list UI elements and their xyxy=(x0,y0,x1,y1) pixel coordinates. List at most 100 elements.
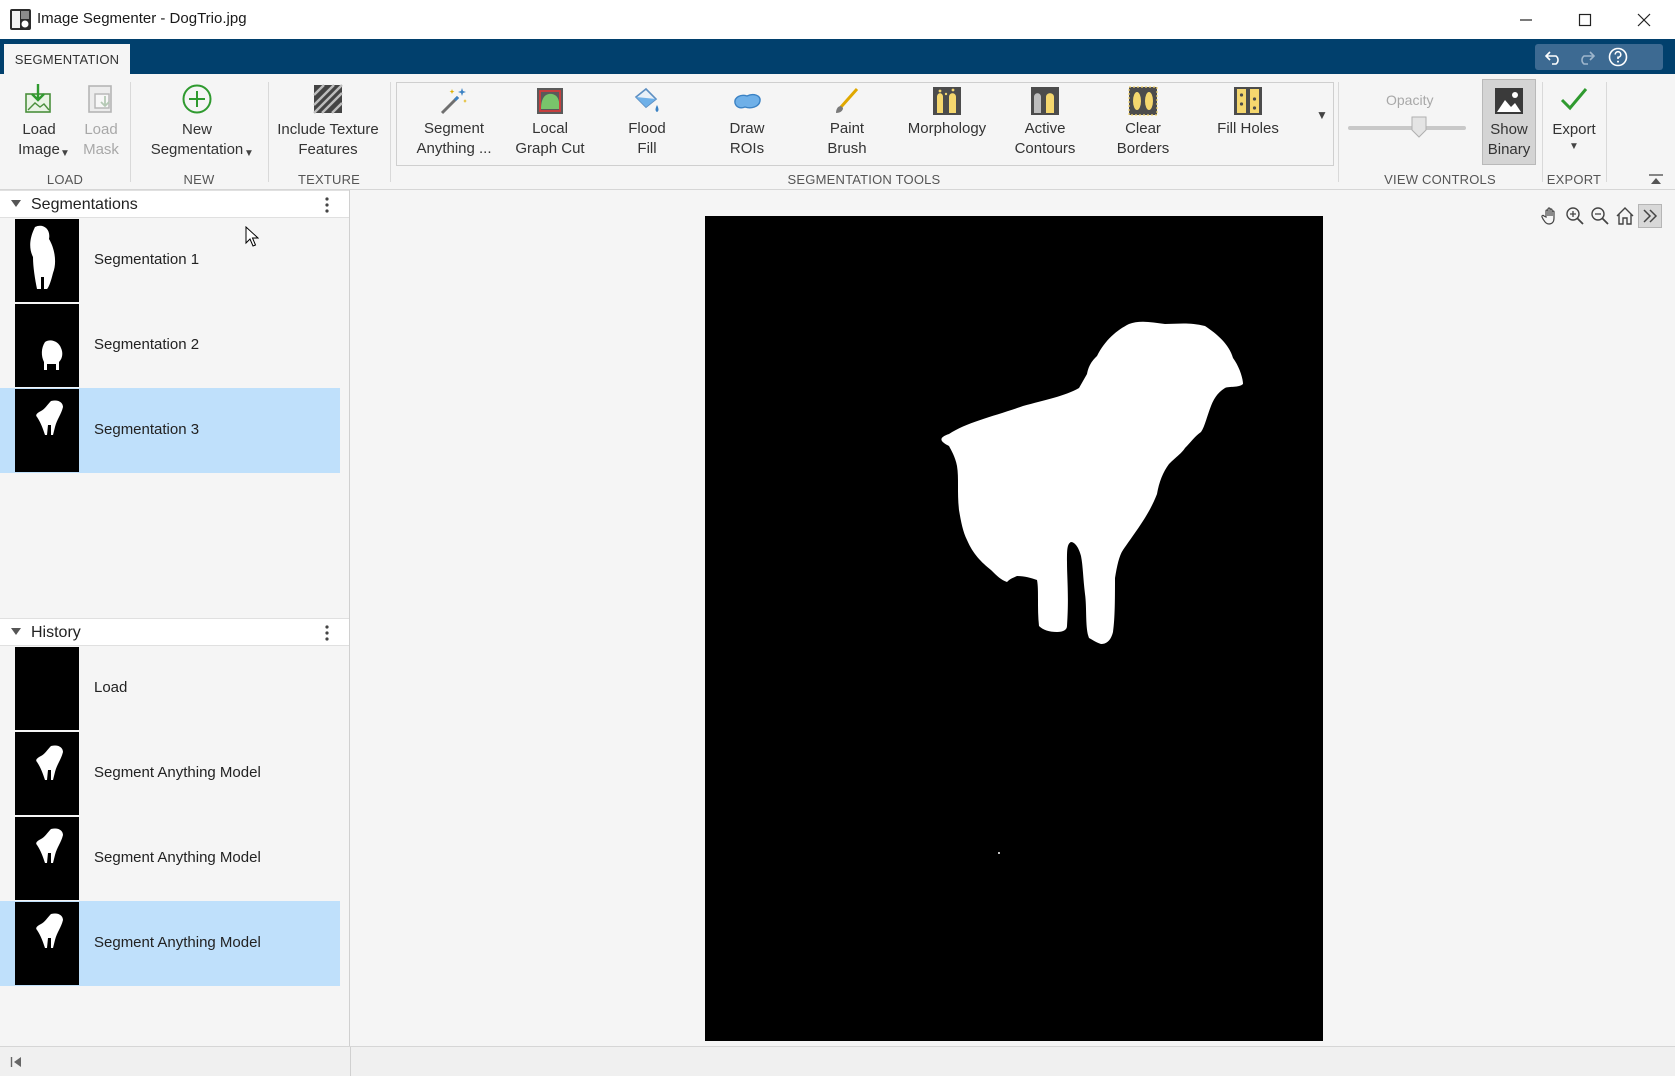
toolstrip: Load Image ▼ Load Mask LOAD New Segmenta… xyxy=(0,74,1675,202)
include-texture-features-button[interactable]: Include Texture Features xyxy=(272,82,384,160)
app-icon xyxy=(10,9,31,30)
export-dropdown-icon[interactable]: ▼ xyxy=(1546,140,1602,154)
show-binary-button[interactable]: Show Binary xyxy=(1482,79,1536,165)
segmentation-thumbnail xyxy=(15,304,79,387)
binary-image-icon xyxy=(1495,88,1523,114)
tab-segmentation[interactable]: SEGMENTATION xyxy=(4,44,130,74)
clear-borders-icon xyxy=(1128,86,1158,116)
close-button[interactable] xyxy=(1615,0,1673,39)
paint-brush-icon xyxy=(836,88,859,113)
export-button[interactable]: Export ▼ xyxy=(1546,82,1602,154)
mouse-cursor-icon xyxy=(245,226,259,247)
segmentation-item-selected[interactable]: Segmentation 3 xyxy=(0,388,340,473)
opacity-slider[interactable] xyxy=(1348,126,1466,130)
home-button[interactable] xyxy=(1613,204,1637,228)
active-contours-button[interactable]: Active Contours xyxy=(999,85,1091,159)
history-item[interactable]: Load xyxy=(0,646,340,731)
fill-holes-icon xyxy=(1234,87,1262,115)
zoom-in-button[interactable] xyxy=(1563,204,1587,228)
undo-button[interactable] xyxy=(1543,47,1565,67)
section-divider xyxy=(130,82,131,182)
section-divider xyxy=(1542,82,1543,182)
pan-button[interactable] xyxy=(1538,204,1562,228)
history-thumbnail xyxy=(15,902,79,985)
include-texture-features-label: Include Texture Features xyxy=(277,121,379,158)
collapse-left-pane-icon[interactable] xyxy=(10,1056,22,1068)
section-load: LOAD xyxy=(46,172,84,187)
draw-rois-button[interactable]: Draw ROIs xyxy=(705,85,789,159)
section-texture: TEXTURE xyxy=(297,172,361,187)
export-label: Export xyxy=(1552,121,1596,138)
load-mask-icon xyxy=(88,85,112,113)
redo-icon xyxy=(1581,51,1595,65)
history-item[interactable]: Segment Anything Model xyxy=(0,816,340,901)
left-pane: Segmentations Segmentation 1 Segmentatio… xyxy=(0,190,350,1046)
axes-toolbar xyxy=(1538,204,1668,228)
new-segmentation-label: New Segmentation xyxy=(150,121,244,158)
new-segmentation-dropdown-icon[interactable]: ▼ xyxy=(244,144,254,164)
help-button[interactable] xyxy=(1607,47,1629,67)
show-binary-label: Show Binary xyxy=(1487,121,1531,158)
active-contours-icon xyxy=(1031,87,1059,115)
maximize-button[interactable] xyxy=(1556,0,1614,39)
load-image-dropdown-icon[interactable]: ▼ xyxy=(60,144,70,164)
local-graph-cut-label: Local Graph Cut xyxy=(515,120,585,157)
undo-icon xyxy=(1545,51,1559,65)
dog-mask xyxy=(941,321,1243,854)
segmentation-mask-image[interactable] xyxy=(705,216,1323,1041)
collapse-caret-icon[interactable] xyxy=(11,628,21,636)
history-thumbnail xyxy=(15,817,79,900)
section-segmentation-tools: SEGMENTATION TOOLS xyxy=(787,172,941,187)
redo-button[interactable] xyxy=(1575,47,1597,67)
history-item-label: Load xyxy=(94,679,128,696)
history-item-label: Segment Anything Model xyxy=(94,849,261,866)
opacity-slider-thumb[interactable] xyxy=(1411,116,1427,138)
history-panel-header[interactable]: History xyxy=(0,618,349,646)
expand-icon xyxy=(1643,209,1658,223)
section-divider xyxy=(1606,82,1607,182)
history-item[interactable]: Segment Anything Model xyxy=(0,731,340,816)
collapse-toolstrip-icon[interactable] xyxy=(1648,174,1664,186)
segmentation-tools-gallery: Segment Anything ... Local Graph Cut Flo… xyxy=(396,82,1334,166)
flood-fill-icon xyxy=(634,87,659,112)
segment-anything-button[interactable]: Segment Anything ... xyxy=(409,85,499,159)
segmentations-panel-title: Segmentations xyxy=(31,196,138,213)
segmentations-panel-header[interactable]: Segmentations xyxy=(0,190,349,218)
gallery-expand-icon[interactable]: ▼ xyxy=(1316,108,1328,122)
history-item-selected[interactable]: Segment Anything Model xyxy=(0,901,340,986)
flood-fill-button[interactable]: Flood Fill xyxy=(605,85,689,159)
section-divider xyxy=(268,82,269,182)
draw-roi-icon xyxy=(734,93,761,109)
mask-thumbnail-2 xyxy=(41,340,63,370)
morphology-button[interactable]: Morphology xyxy=(895,85,999,139)
segment-anything-label: Segment Anything ... xyxy=(416,120,492,157)
fill-holes-button[interactable]: Fill Holes xyxy=(1203,85,1293,139)
active-contours-label: Active Contours xyxy=(1014,120,1076,157)
history-thumbnail xyxy=(15,732,79,815)
segmentation-item[interactable]: Segmentation 1 xyxy=(0,218,340,303)
fill-holes-label: Fill Holes xyxy=(1217,120,1279,137)
load-mask-button[interactable]: Load Mask xyxy=(72,82,130,160)
segmentation-thumbnail xyxy=(15,389,79,472)
segmentation-item[interactable]: Segmentation 2 xyxy=(0,303,340,388)
home-icon xyxy=(1616,207,1634,225)
maximize-icon xyxy=(1578,13,1592,26)
new-segmentation-button[interactable]: New Segmentation ▼ xyxy=(134,82,260,160)
panel-options-icon[interactable] xyxy=(325,625,329,641)
zoom-out-button[interactable] xyxy=(1588,204,1612,228)
collapse-caret-icon[interactable] xyxy=(11,200,21,208)
history-item-label: Segment Anything Model xyxy=(94,764,261,781)
history-mask-thumbnail xyxy=(36,913,63,948)
clear-borders-button[interactable]: Clear Borders xyxy=(1101,85,1185,159)
minimize-button[interactable] xyxy=(1497,0,1555,39)
paint-brush-label: Paint Brush xyxy=(827,120,867,157)
section-divider xyxy=(390,82,391,182)
load-image-icon xyxy=(25,84,51,113)
local-graph-cut-button[interactable]: Local Graph Cut xyxy=(505,85,595,159)
expand-toolbar-button[interactable] xyxy=(1638,204,1662,228)
panel-options-icon[interactable] xyxy=(325,197,329,213)
paint-brush-button[interactable]: Paint Brush xyxy=(805,85,889,159)
load-image-button[interactable]: Load Image ▼ xyxy=(8,82,70,160)
history-item-label: Segment Anything Model xyxy=(94,934,261,951)
status-bar xyxy=(0,1046,1675,1076)
